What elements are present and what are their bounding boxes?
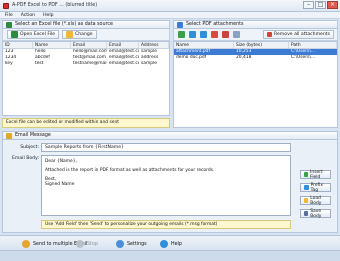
stop-label: Stop [87, 241, 98, 247]
cell: email@test.com [109, 61, 139, 66]
status-strip [0, 250, 340, 261]
change-label: Change [75, 32, 93, 37]
excel-grid[interactable]: ID Name Email Email Address 123 hello he… [2, 41, 170, 116]
email-panel-header: Email Message [2, 131, 338, 140]
remove-all-label: Remove all attachments [273, 32, 330, 37]
cell: test [35, 61, 44, 66]
envelope-icon [6, 132, 12, 139]
help-icon [160, 240, 168, 248]
attachments-header: Name Size (bytes) Path [174, 42, 337, 49]
column-header[interactable]: Name [174, 42, 234, 48]
remove-all-button[interactable]: Remove all attachments [262, 30, 334, 39]
open-excel-button[interactable]: Open Excel File [7, 30, 60, 39]
delete-icon[interactable] [211, 31, 218, 38]
attachments-toolbar: Remove all attachments [173, 29, 338, 41]
attachments-panel: Select PDF attachments Remove all attach… [173, 20, 338, 130]
attachments-list[interactable]: Name Size (bytes) Path attachment.pdf 10… [173, 41, 338, 128]
attachment-icon [177, 21, 183, 28]
save-icon [304, 211, 309, 216]
prefix-tag-button[interactable]: Prefix Tag [300, 182, 331, 193]
column-header[interactable]: Name [33, 42, 71, 48]
excel-toolbar: Open Excel File Change [2, 29, 170, 41]
email-body-editor[interactable]: Dear {Name}, Attached is the report in P… [41, 155, 291, 216]
help-button[interactable]: Help [160, 240, 182, 248]
cell: demo doc.pdf [176, 55, 207, 60]
excel-icon [6, 21, 12, 28]
add-icon[interactable] [178, 31, 185, 38]
send-mail-icon [22, 240, 30, 248]
cell: 20,418 [236, 55, 252, 60]
load-body-button[interactable]: Load Body [300, 195, 331, 206]
column-header[interactable]: Email [107, 42, 139, 48]
open-icon [304, 198, 309, 203]
column-header[interactable]: ID [3, 42, 33, 48]
email-panel-body: Subject: Sample Reports from {FirstName}… [2, 140, 338, 233]
maximize-button[interactable]: □ [315, 1, 326, 9]
change-button[interactable]: Change [62, 30, 97, 39]
list-item[interactable]: demo doc.pdf 20,418 C:\Users\... [174, 55, 337, 61]
folder-icon [66, 31, 74, 38]
title-bar: A-PDF Excel to PDF ... (blurred title) –… [0, 0, 340, 12]
email-panel-title: Email Message [15, 133, 51, 138]
stop-icon [76, 240, 84, 248]
remove-all-icon [266, 32, 272, 37]
excel-file-icon [11, 31, 18, 38]
column-header[interactable]: Path [289, 42, 337, 48]
column-header[interactable]: Size (bytes) [234, 42, 289, 48]
settings-button[interactable]: Settings [116, 240, 147, 248]
excel-panel: Select an Excel file (*.xls) as data sou… [2, 20, 170, 130]
body-side-buttons: Insert Field Prefix Tag Load Body Save B… [300, 169, 331, 219]
cell: key [5, 61, 13, 66]
load-body-label: Load Body [310, 195, 322, 206]
subject-input[interactable]: Sample Reports from {FirstName} [41, 143, 291, 152]
cell: sample [141, 61, 157, 66]
column-header[interactable]: Email [71, 42, 107, 48]
menu-help[interactable]: Help [43, 13, 53, 18]
properties-icon[interactable] [233, 31, 240, 38]
email-panel: Email Message Subject: Sample Reports fr… [2, 131, 338, 234]
settings-label: Settings [127, 241, 147, 247]
close-button[interactable]: × [327, 1, 338, 9]
insert-field-button[interactable]: Insert Field [300, 169, 331, 180]
gear-icon [116, 240, 124, 248]
save-body-button[interactable]: Save Body [300, 208, 331, 219]
attachments-panel-title: Select PDF attachments [186, 22, 244, 27]
table-row[interactable]: key test testname@mail.com email@test.co… [3, 61, 169, 67]
app-icon [3, 2, 9, 9]
subject-label: Subject: [20, 145, 39, 150]
minimize-button[interactable]: – [303, 1, 314, 9]
body-label: Email Body: [11, 156, 39, 161]
email-hint: Use 'Add Field' then 'Send' to personali… [41, 220, 291, 229]
column-header[interactable]: Address [139, 42, 169, 48]
arrow-down-icon[interactable] [200, 31, 207, 38]
excel-panel-title: Select an Excel file (*.xls) as data sou… [15, 22, 113, 27]
arrow-up-icon[interactable] [189, 31, 196, 38]
window-title: A-PDF Excel to PDF ... (blurred title) [12, 3, 98, 8]
menu-bar: File Action Help [0, 12, 340, 19]
insert-field-label: Insert Field [310, 169, 323, 180]
excel-hint: Excel file can be edited or modified wit… [2, 118, 170, 128]
body-line: Signed Name [45, 182, 75, 187]
attachments-panel-header: Select PDF attachments [173, 20, 338, 29]
cell: C:\Users\... [291, 55, 315, 60]
help-label: Help [171, 241, 182, 247]
save-body-label: Save Body [310, 208, 322, 219]
tag-icon [304, 185, 309, 190]
open-excel-label: Open Excel File [20, 32, 56, 37]
menu-file[interactable]: File [5, 13, 13, 18]
remove-icon[interactable] [222, 31, 229, 38]
insert-icon [304, 172, 309, 177]
stop-button[interactable]: Stop [76, 240, 98, 248]
excel-grid-header: ID Name Email Email Address [3, 42, 169, 49]
excel-panel-header: Select an Excel file (*.xls) as data sou… [2, 20, 170, 29]
prefix-tag-label: Prefix Tag [310, 182, 323, 193]
cell: testname@mail.com [73, 61, 107, 66]
menu-action[interactable]: Action [21, 13, 35, 18]
action-bar: Send to multiple Email Stop Settings Hel… [0, 235, 340, 250]
